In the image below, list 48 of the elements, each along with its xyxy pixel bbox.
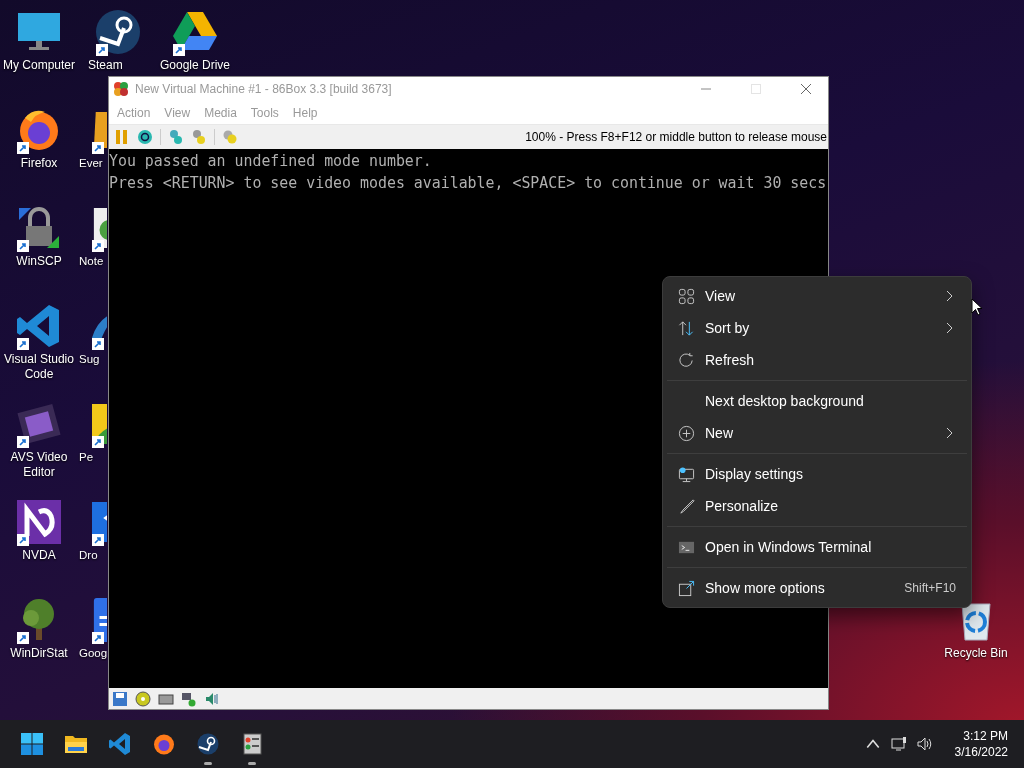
menu-item[interactable]: Next desktop background [667,385,967,417]
desktop-shortcut[interactable]: Steam [78,8,156,73]
status-message: 100% - Press F8+F12 or middle button to release mouse [525,130,828,144]
steam-icon[interactable] [196,732,220,756]
monitor-icon[interactable] [890,736,907,752]
menu-item[interactable]: New [667,417,967,449]
cd-icon[interactable] [135,690,151,707]
fox-globe-icon[interactable] [152,732,176,756]
refresh-icon [677,351,695,369]
windows-start-icon[interactable] [20,732,44,756]
emulator-icon[interactable] [240,732,264,756]
shortcut-hint: Shift+F10 [904,581,956,595]
clock-time: 3:12 PM [963,728,1008,744]
reset-icon[interactable] [137,129,153,145]
desktop-shortcut[interactable]: WinSCP [0,204,78,269]
open-external-icon [677,579,695,597]
sort-arrows-icon [677,319,695,337]
steam-icon [94,8,142,56]
clock-date: 3/16/2022 [954,744,1008,760]
display-icon [677,465,695,483]
desktop-shortcut[interactable]: My Computer [0,8,78,73]
emulator-icon [113,81,129,97]
close-icon[interactable] [800,83,812,95]
code-editor-icon[interactable] [108,732,132,756]
network-icon[interactable] [181,690,197,707]
menu-item[interactable]: Personalize [667,490,967,522]
desktop-shortcut[interactable]: Sug [78,302,107,367]
desktop-shortcut[interactable]: Visual Studio Code [0,302,78,382]
clock[interactable]: 3:12 PM 3/16/2022 [954,728,1008,760]
menu-item[interactable]: View [667,280,967,312]
console-line: Press <RETURN> to see video modes available, <SPACE> to continue or wait 30 secs [109,172,828,195]
brush-icon [677,497,695,515]
desktop-shortcut[interactable]: Firefox [0,106,78,171]
menu-item[interactable]: Refresh [667,344,967,376]
menu-item[interactable]: Sort by [667,312,967,344]
menu-item[interactable]: Open in Windows Terminal [667,531,967,563]
plus-circle-icon [677,424,695,442]
menu-item[interactable]: Display settings [667,458,967,490]
cursor-icon [971,298,983,316]
desktop-shortcut[interactable]: NVDA [0,498,78,563]
curve-logo-icon [15,498,63,546]
volume-icon[interactable] [916,736,933,752]
console-line: You passed an undefined mode number. [109,150,433,173]
desktop-shortcut[interactable]: WinDirStat [0,596,78,661]
grid-icon [677,287,695,305]
desktop-shortcut[interactable]: AVS Video Editor [0,400,78,480]
desktop-shortcut[interactable]: Google Drive [156,8,234,73]
window-title: New Virtual Machine #1 - 86Box 3.3 [build 3673] [135,82,393,96]
